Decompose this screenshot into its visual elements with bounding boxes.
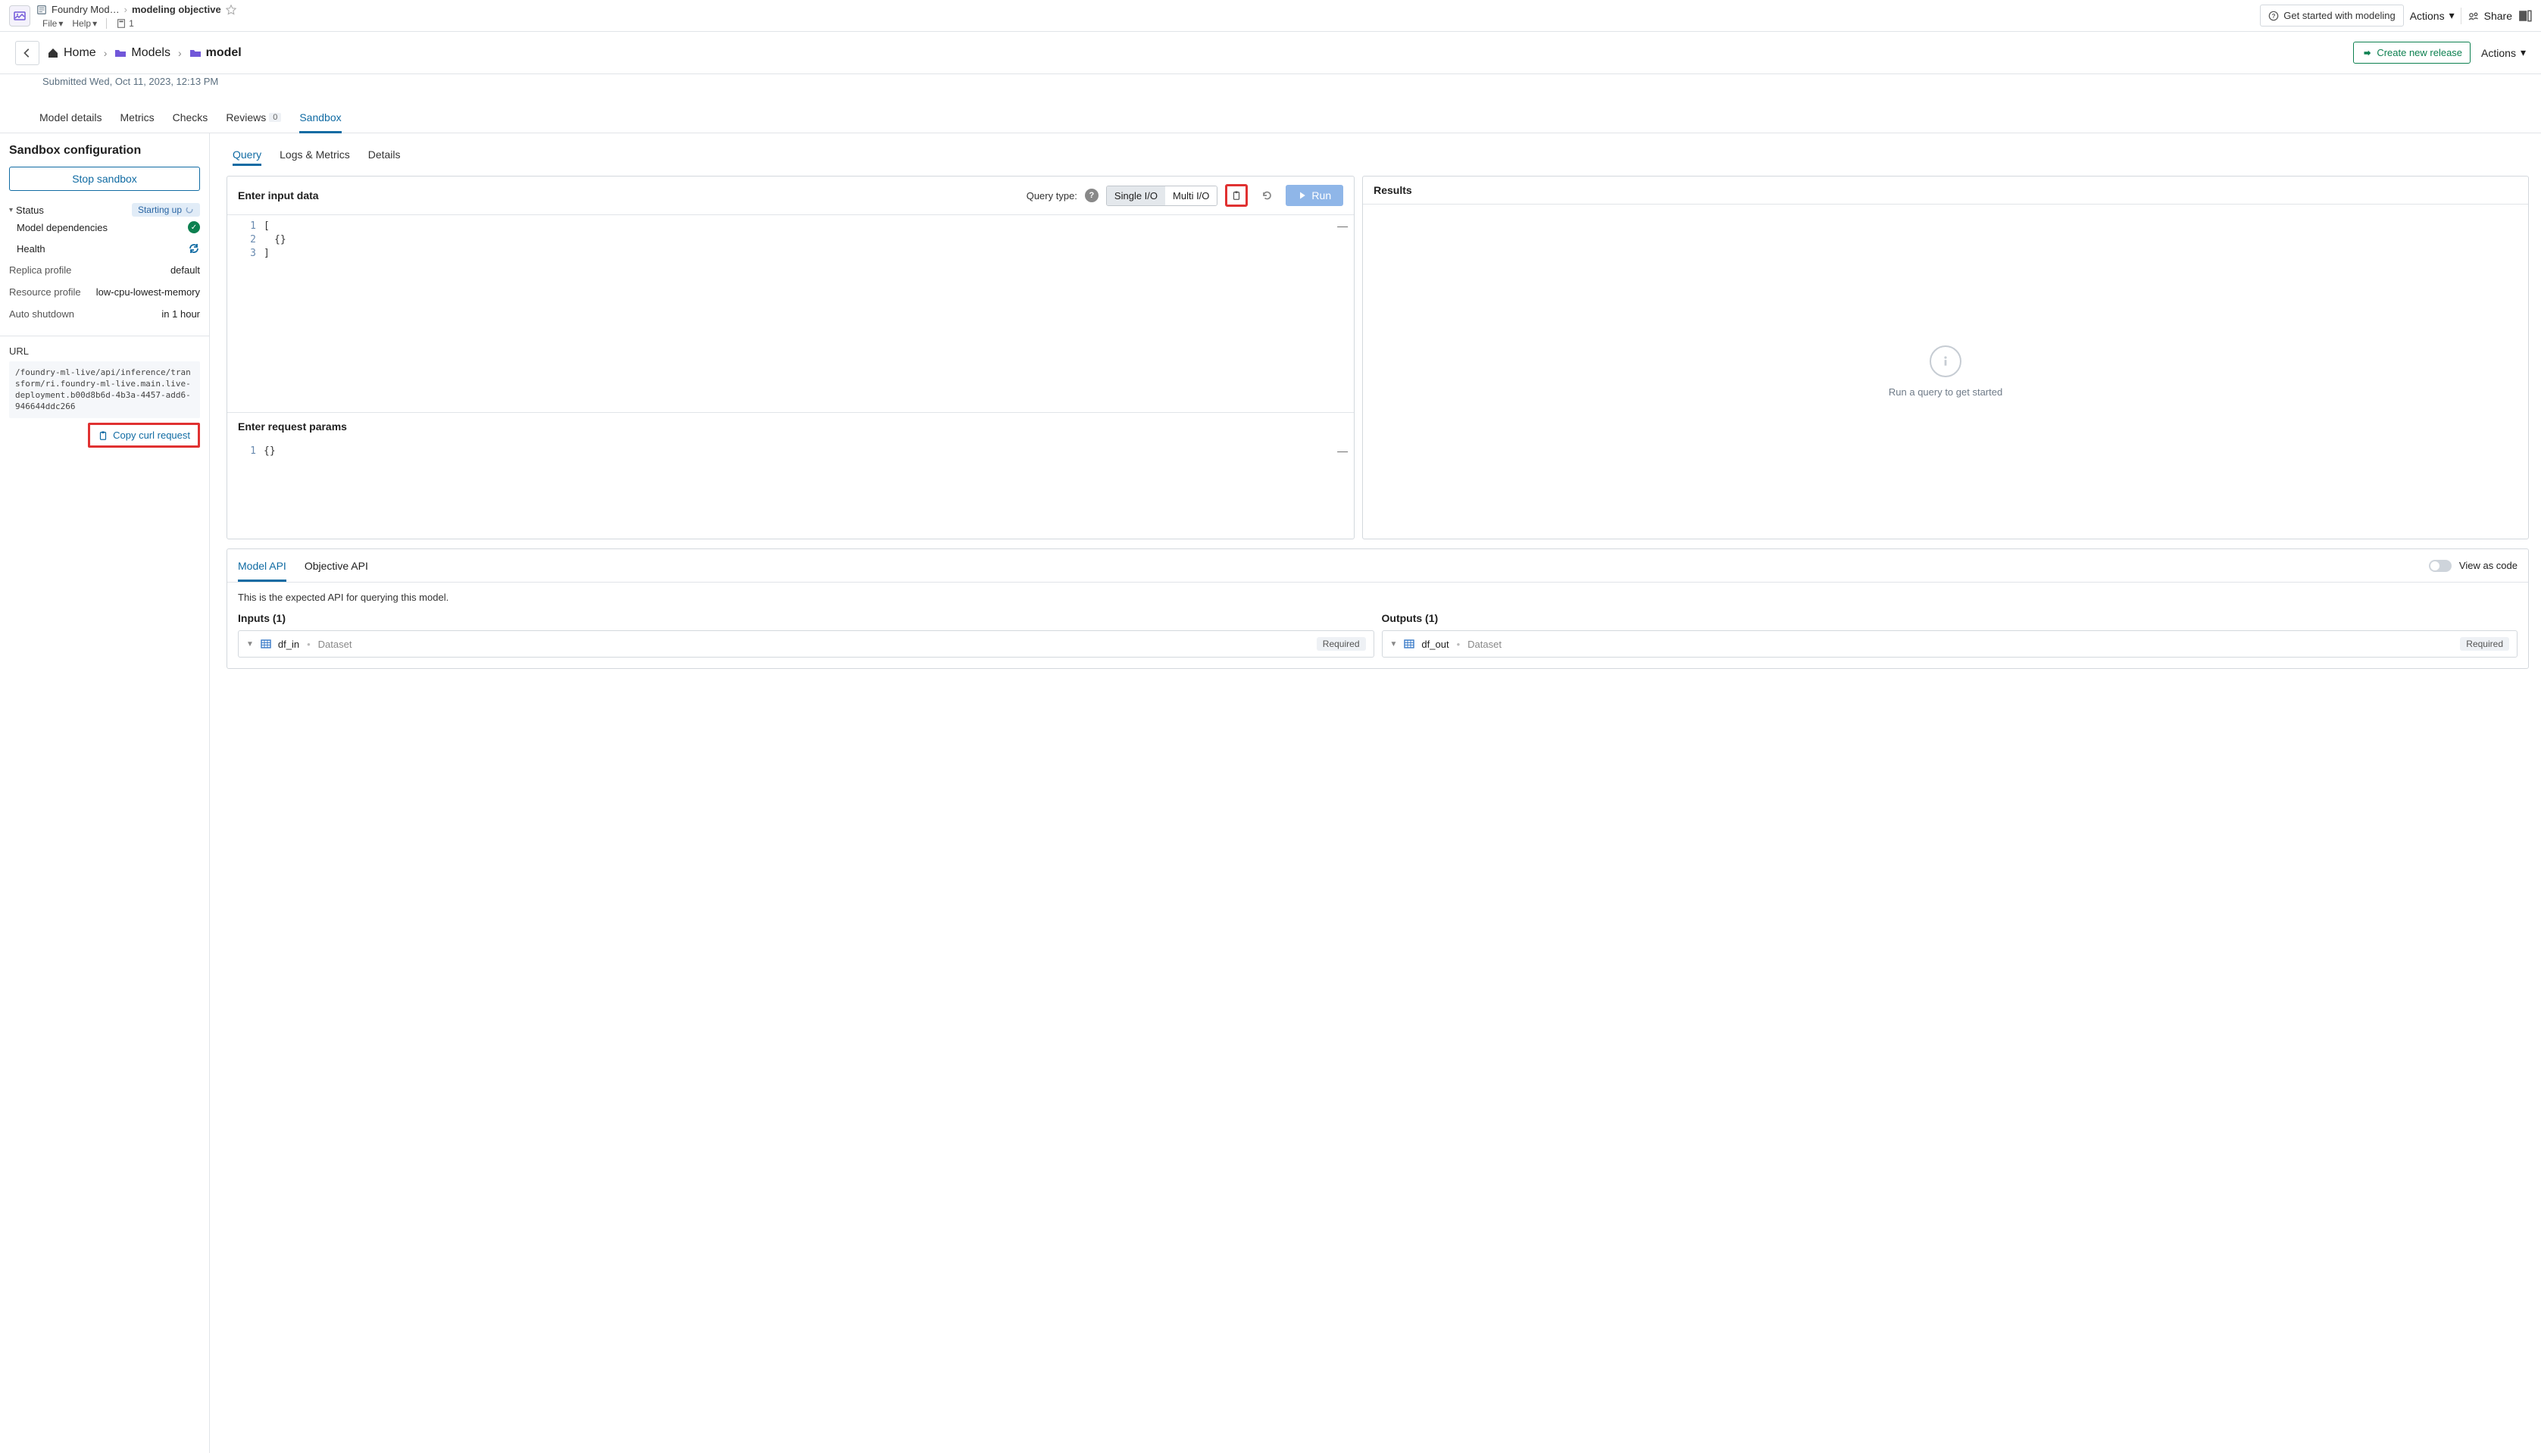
replica-profile-value: default: [170, 264, 200, 276]
app-icon[interactable]: [9, 5, 30, 27]
play-icon: [1298, 191, 1307, 200]
collapse-editor-icon[interactable]: —: [1337, 220, 1348, 232]
api-tab-model[interactable]: Model API: [238, 549, 286, 582]
check-icon: ✓: [188, 221, 200, 233]
submitted-timestamp: Submitted Wed, Oct 11, 2023, 12:13 PM: [0, 76, 261, 87]
sidebar-title: Sandbox configuration: [9, 144, 200, 158]
users-indicator[interactable]: 1: [113, 17, 137, 30]
output-item[interactable]: ▼ df_out • Dataset Required: [1382, 630, 2518, 658]
tab-checks[interactable]: Checks: [173, 102, 208, 133]
breadcrumb-model: model: [189, 46, 242, 60]
tab-metrics[interactable]: Metrics: [120, 102, 155, 133]
breadcrumb-page[interactable]: modeling objective: [132, 4, 221, 15]
required-chip: Required: [1317, 637, 1366, 651]
menu-file[interactable]: File▾: [39, 17, 66, 30]
chevron-down-icon: ▼: [1390, 640, 1398, 648]
toggle-single-io[interactable]: Single I/O: [1107, 186, 1165, 205]
star-icon[interactable]: [226, 5, 236, 15]
page-actions-menu[interactable]: Actions▾: [2481, 46, 2526, 59]
request-params-title: Enter request params: [227, 412, 1354, 440]
health-label: Health: [17, 243, 45, 255]
tab-sandbox[interactable]: Sandbox: [299, 102, 341, 133]
collapse-editor-icon[interactable]: —: [1337, 445, 1348, 457]
status-chip: Starting up: [132, 203, 200, 217]
api-description: This is the expected API for querying th…: [227, 583, 2528, 612]
undo-icon: [1261, 189, 1273, 202]
query-type-label: Query type:: [1027, 190, 1077, 202]
share-button[interactable]: Share: [2468, 10, 2512, 22]
view-as-code-label: View as code: [2459, 560, 2518, 571]
resource-profile-label: Resource profile: [9, 286, 81, 298]
replica-profile-label: Replica profile: [9, 264, 71, 276]
status-section-toggle[interactable]: ▾Status Starting up: [9, 203, 200, 217]
info-icon: [1930, 345, 1961, 377]
run-button[interactable]: Run: [1286, 185, 1343, 206]
help-icon[interactable]: ?: [1085, 189, 1099, 202]
required-chip: Required: [2460, 637, 2509, 651]
clipboard-icon: [1231, 190, 1242, 201]
dependencies-label: Model dependencies: [17, 222, 108, 233]
tab-model-details[interactable]: Model details: [39, 102, 102, 133]
content-tab-details[interactable]: Details: [368, 148, 401, 165]
input-item[interactable]: ▼ df_in • Dataset Required: [238, 630, 1374, 658]
url-value[interactable]: /foundry-ml-live/api/inference/transform…: [9, 361, 200, 418]
api-tab-objective[interactable]: Objective API: [305, 549, 368, 582]
panel-toggle-icon[interactable]: [2518, 9, 2532, 23]
document-icon: [36, 5, 47, 15]
resource-profile-value: low-cpu-lowest-memory: [96, 286, 200, 298]
toggle-multi-io[interactable]: Multi I/O: [1165, 186, 1217, 205]
breadcrumb-module[interactable]: Foundry Mod…: [52, 4, 120, 15]
svg-text:?: ?: [2272, 13, 2276, 20]
params-code-editor[interactable]: 1 {} —: [227, 440, 1354, 531]
refresh-icon[interactable]: [188, 242, 200, 255]
back-button[interactable]: [15, 41, 39, 65]
content-tab-query[interactable]: Query: [233, 148, 261, 165]
auto-shutdown-value: in 1 hour: [161, 308, 200, 320]
results-empty-text: Run a query to get started: [1889, 386, 2002, 398]
spinner-icon: [185, 205, 194, 214]
get-started-button[interactable]: ? Get started with modeling: [2260, 5, 2403, 27]
chevron-right-icon: ›: [178, 47, 182, 59]
topbar-actions-menu[interactable]: Actions▾: [2410, 9, 2455, 22]
reset-input-button[interactable]: [1255, 184, 1278, 207]
results-title: Results: [1374, 184, 1412, 196]
url-label: URL: [9, 345, 200, 357]
create-release-button[interactable]: Create new release: [2353, 42, 2471, 64]
content-tab-logs[interactable]: Logs & Metrics: [280, 148, 350, 165]
tab-reviews[interactable]: Reviews0: [226, 102, 281, 133]
chevron-right-icon: ›: [124, 4, 127, 15]
copy-input-button[interactable]: [1225, 184, 1248, 207]
breadcrumb-home[interactable]: Home: [47, 46, 96, 60]
inputs-title: Inputs (1): [238, 612, 1374, 624]
auto-shutdown-label: Auto shutdown: [9, 308, 74, 320]
chevron-right-icon: ›: [104, 47, 108, 59]
outputs-title: Outputs (1): [1382, 612, 2518, 624]
chevron-down-icon: ▼: [246, 640, 254, 648]
input-code-editor[interactable]: 1 2 3 [ {} ] —: [227, 215, 1354, 412]
breadcrumb-models[interactable]: Models: [114, 46, 170, 60]
dataset-icon: [260, 638, 272, 650]
menu-help[interactable]: Help▾: [69, 17, 100, 30]
view-as-code-toggle[interactable]: [2429, 560, 2452, 572]
input-data-title: Enter input data: [238, 189, 319, 202]
query-type-toggle[interactable]: Single I/O Multi I/O: [1106, 186, 1218, 206]
copy-curl-button[interactable]: Copy curl request: [88, 423, 200, 448]
clipboard-icon: [98, 430, 108, 441]
stop-sandbox-button[interactable]: Stop sandbox: [9, 167, 200, 191]
dataset-icon: [1403, 638, 1415, 650]
